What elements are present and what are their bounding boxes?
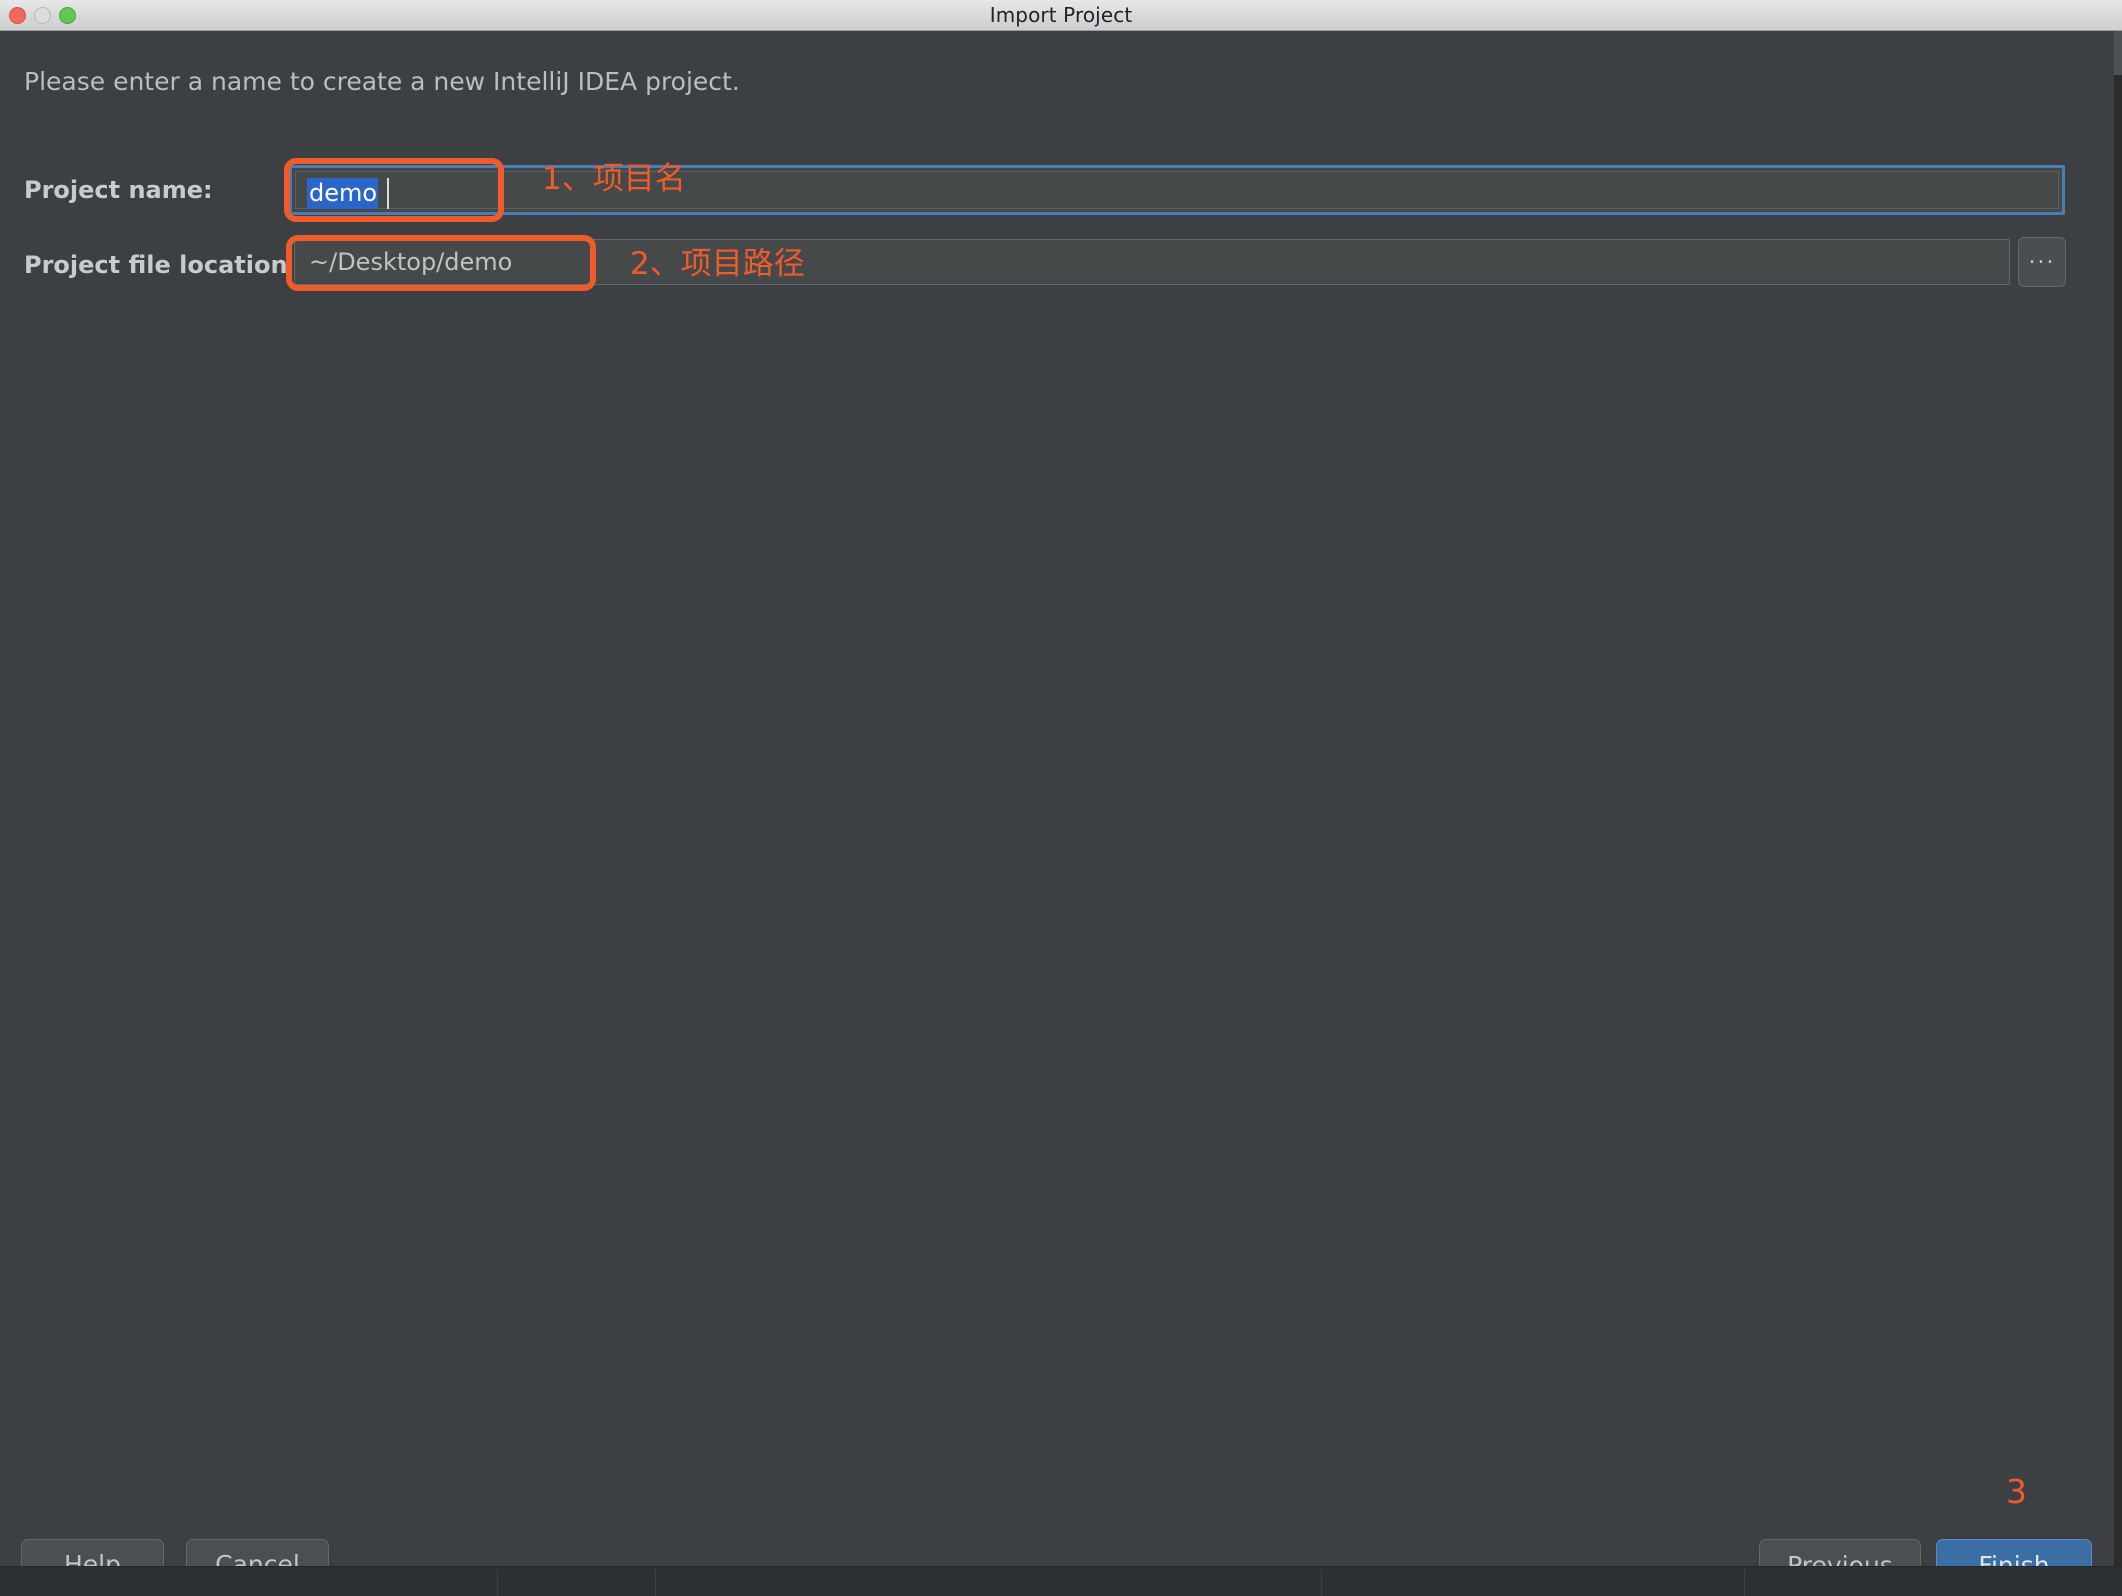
- dialog-body: Please enter a name to create a new Inte…: [0, 31, 2114, 1591]
- window-title: Import Project: [989, 3, 1133, 27]
- annotation-label-3: 3: [2006, 1472, 2027, 1511]
- bottom-strip: [0, 1566, 2122, 1596]
- project-name-label: Project name:: [24, 176, 213, 204]
- project-location-label: Project file location: [24, 251, 288, 279]
- browse-button[interactable]: ...: [2018, 237, 2066, 287]
- window-titlebar: Import Project: [0, 0, 2122, 31]
- project-location-input[interactable]: ~/Desktop/demo: [294, 239, 2010, 285]
- annotation-label-2: 2、项目路径: [630, 246, 805, 282]
- strip-divider: [1744, 1569, 1745, 1596]
- vertical-scrollbar[interactable]: [2114, 31, 2122, 1596]
- import-project-dialog: Import Project Please enter a name to cr…: [0, 0, 2122, 1596]
- close-icon[interactable]: [9, 7, 26, 24]
- zoom-icon[interactable]: [59, 7, 76, 24]
- project-location-value: ~/Desktop/demo: [309, 248, 513, 276]
- text-caret: [387, 178, 389, 209]
- window-traffic-lights: [9, 0, 76, 31]
- strip-divider: [655, 1569, 656, 1596]
- annotation-label-1: 1、项目名: [542, 161, 686, 197]
- scrollbar-thumb[interactable]: [2114, 31, 2122, 75]
- minimize-icon[interactable]: [34, 7, 51, 24]
- strip-divider: [497, 1569, 498, 1596]
- dialog-intro-text: Please enter a name to create a new Inte…: [24, 67, 740, 96]
- strip-divider: [1321, 1569, 1322, 1596]
- project-name-value: demo: [307, 178, 379, 209]
